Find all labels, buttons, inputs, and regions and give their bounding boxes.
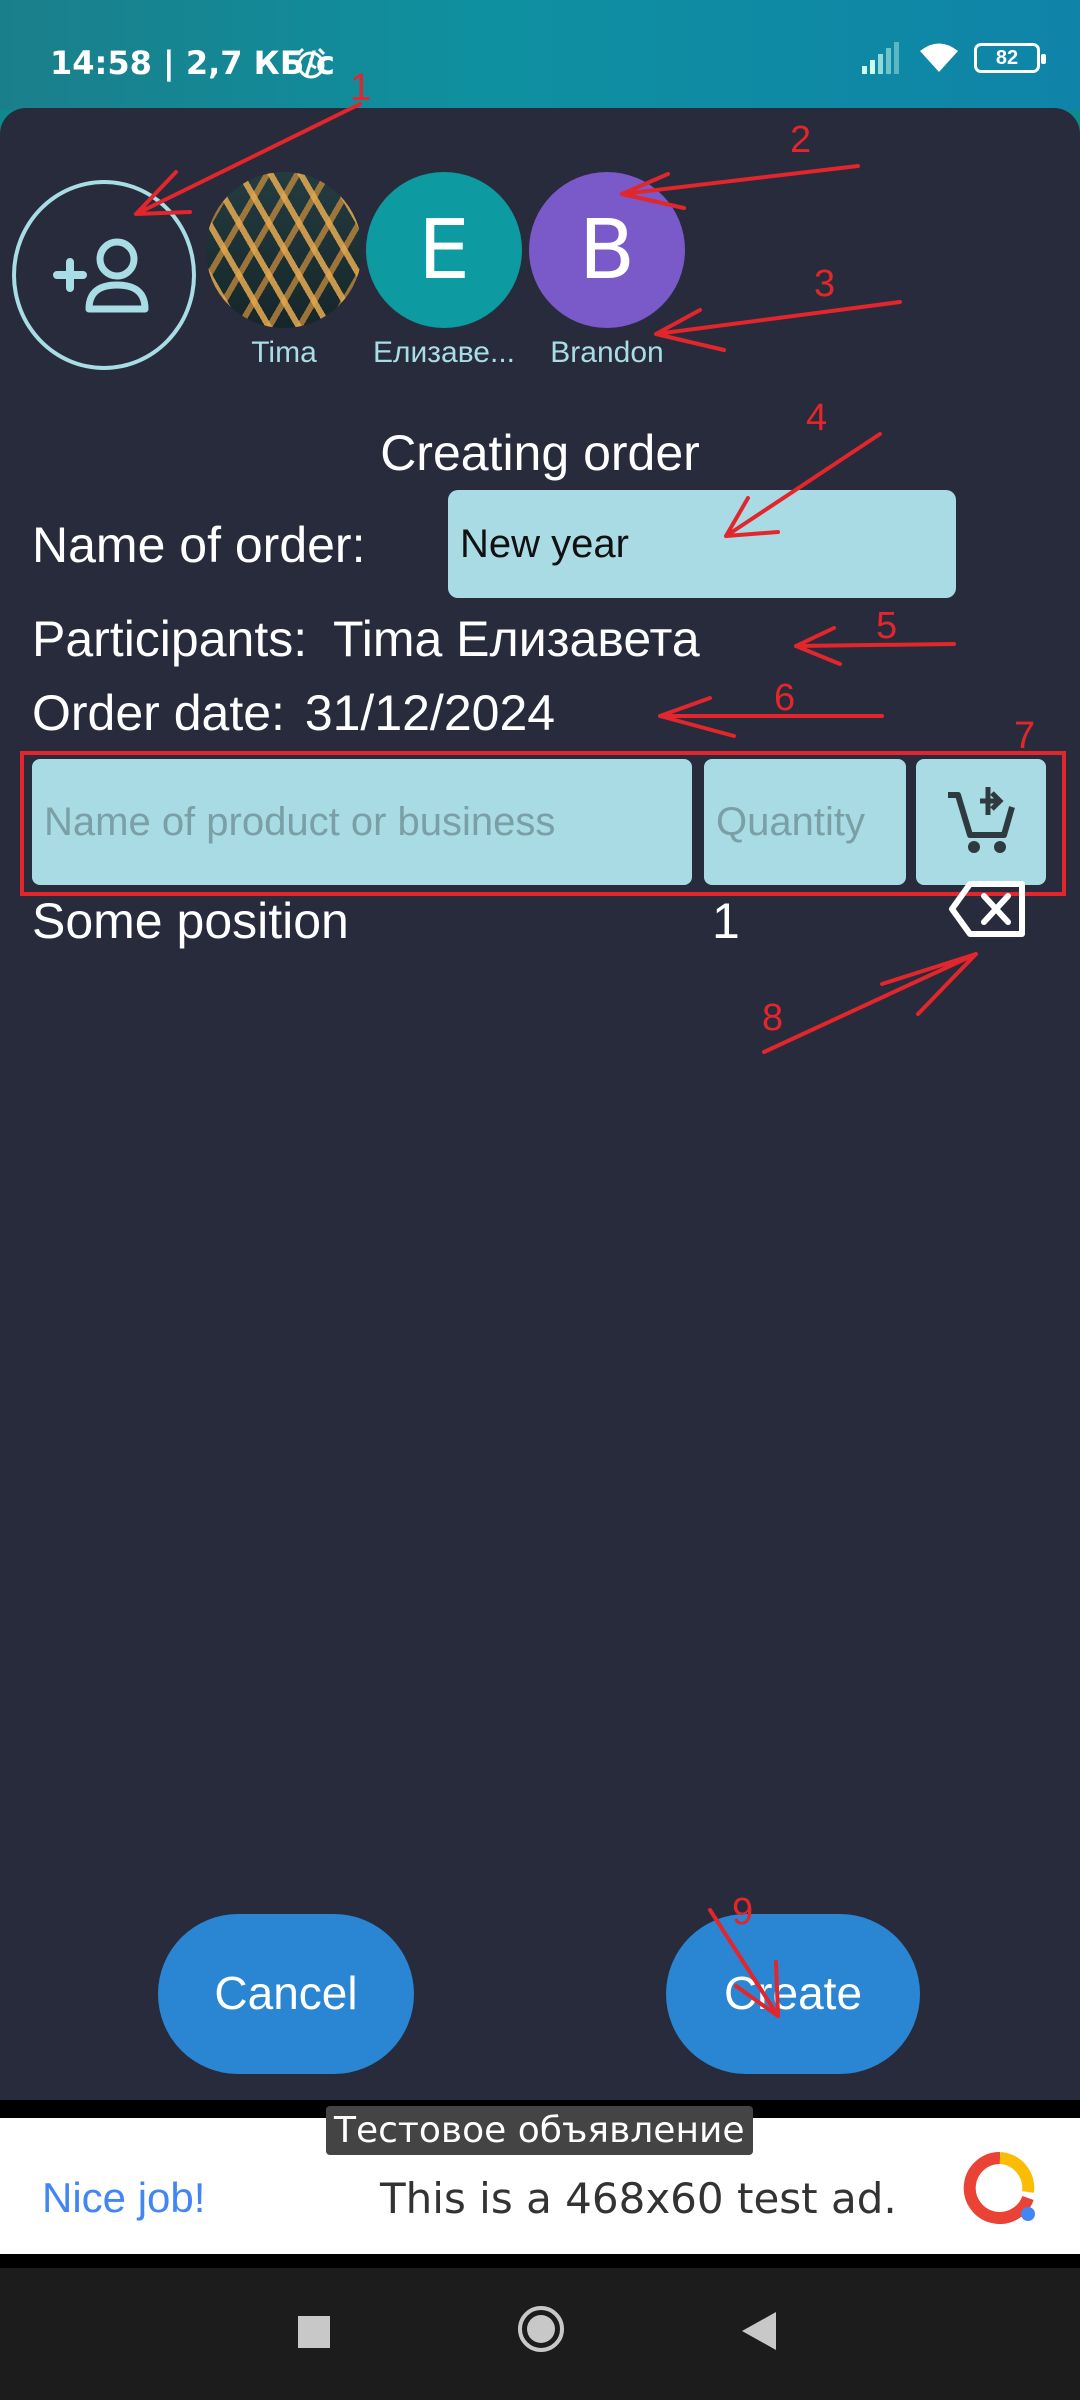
position-quantity: 1 (712, 893, 740, 949)
order-date[interactable]: Order date: 31/12/2024 (32, 684, 555, 742)
add-product-button[interactable] (916, 759, 1046, 885)
status-bar: 14:58 | 2,7 КБ/с 82 (0, 0, 1080, 110)
avatar: B (529, 172, 685, 328)
add-participant-button[interactable] (12, 180, 196, 370)
participant-tima[interactable]: Tima (204, 172, 364, 370)
system-nav-bar (0, 2268, 1080, 2400)
signal-icon (862, 42, 899, 74)
home-icon[interactable] (516, 2304, 566, 2354)
ad-text: This is a 468x60 test ad. (380, 2174, 897, 2223)
order-date-label: Order date: (32, 685, 285, 741)
alarm-icon (296, 47, 326, 79)
backspace-icon[interactable] (948, 876, 1028, 946)
battery-level: 82 (995, 46, 1019, 69)
back-icon[interactable] (740, 2310, 778, 2352)
position-row: Some position 1 (32, 881, 1032, 972)
participants-label: Participants: Tima Елизавета (32, 610, 700, 668)
avatar: E (366, 172, 522, 328)
participants-value: Tima Елизавета (333, 611, 700, 667)
participant-elizaveta[interactable]: E Елизаве... (364, 172, 524, 370)
ad-badge: Тестовое объявление (326, 2106, 753, 2155)
status-time: 14:58 | 2,7 КБ/с (50, 44, 335, 82)
ad-headline: Nice job! (42, 2174, 206, 2221)
wifi-icon (920, 43, 958, 72)
avatar (206, 172, 362, 328)
participant-name: Елизаве... (372, 336, 515, 369)
add-to-cart-icon (948, 787, 1015, 853)
create-order-screen: Tima E Елизаве... B Brandon Creating ord… (0, 108, 1080, 2108)
add-person-icon (53, 238, 149, 313)
quantity-input[interactable] (704, 759, 906, 885)
participant-name: Tima (251, 336, 317, 369)
participant-brandon[interactable]: B Brandon (527, 172, 687, 370)
order-name-label: Name of order: (32, 517, 366, 573)
battery-icon: 82 (974, 43, 1046, 73)
create-button[interactable]: Create (666, 1914, 920, 2074)
participants-label-text: Participants: (32, 611, 308, 667)
recents-icon[interactable] (296, 2314, 332, 2350)
page-title: Creating order (380, 425, 700, 481)
product-entry-row (20, 751, 1066, 896)
ad-logo-icon (963, 2152, 1035, 2224)
cancel-button[interactable]: Cancel (158, 1914, 414, 2074)
position-name: Some position (32, 893, 349, 949)
order-date-value: 31/12/2024 (304, 685, 556, 741)
product-name-input[interactable] (32, 759, 692, 885)
participant-name: Brandon (550, 336, 664, 369)
order-name-input[interactable] (448, 490, 956, 598)
